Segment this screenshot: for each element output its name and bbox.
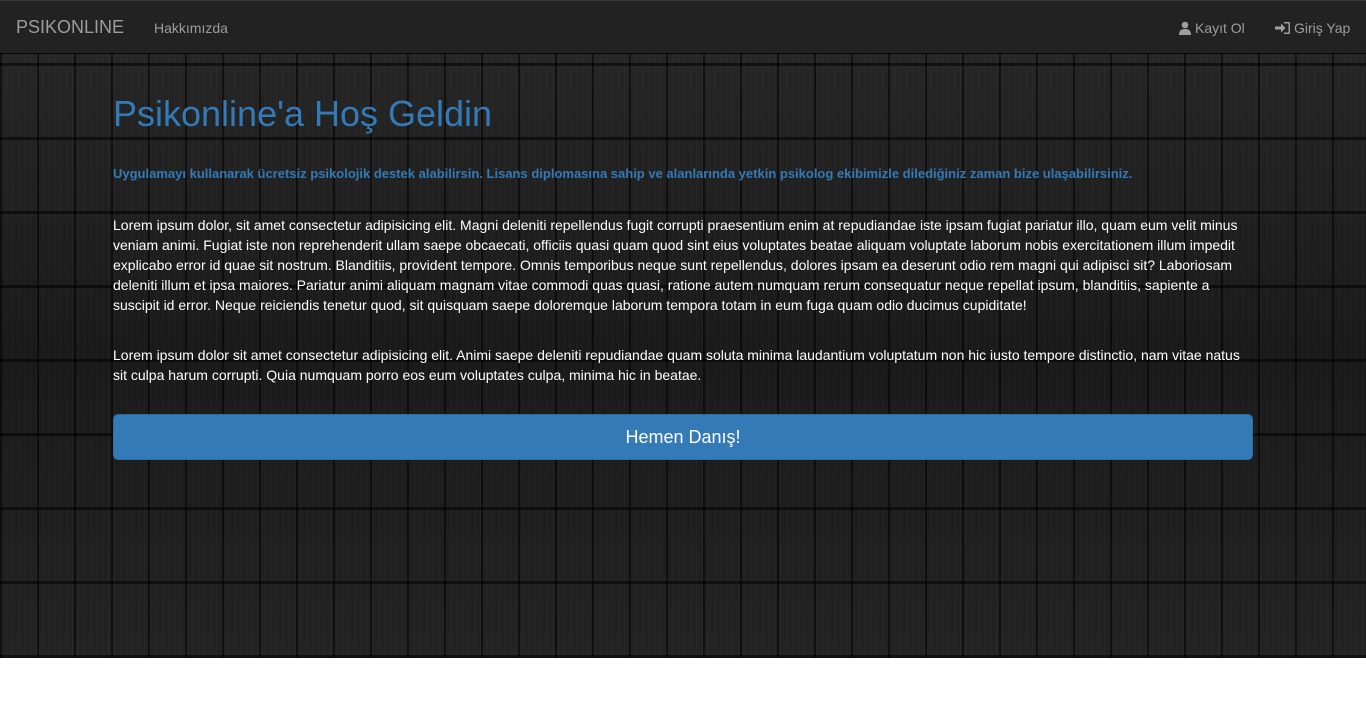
hero-paragraph-2: Lorem ipsum dolor sit amet consectetur a… (113, 347, 1240, 383)
hero-paragraph-1: Lorem ipsum dolor, sit amet consectetur … (113, 217, 1238, 313)
hero-section: Psikonline'a Hoş Geldin Uygulamayı kulla… (0, 54, 1366, 658)
user-icon (1178, 21, 1192, 35)
nav-register-link[interactable]: Kayıt Ol (1178, 20, 1245, 36)
nav-register-label: Kayıt Ol (1195, 20, 1245, 36)
consult-now-label: Hemen Danış! (625, 426, 741, 447)
nav-login-label: Giriş Yap (1294, 20, 1351, 36)
nav-about-link[interactable]: Hakkımızda (154, 20, 228, 36)
brand-link[interactable]: PSIKONLINE (16, 17, 124, 38)
nav-about-label: Hakkımızda (154, 20, 228, 36)
login-icon (1275, 21, 1291, 35)
consult-now-button[interactable]: Hemen Danış! (113, 414, 1253, 460)
hero-lead: Uygulamayı kullanarak ücretsiz psikoloji… (113, 166, 1133, 181)
top-navbar: PSIKONLINE Hakkımızda Kayıt Ol Giriş Yap (0, 0, 1366, 54)
nav-login-link[interactable]: Giriş Yap (1275, 20, 1350, 36)
page-title: Psikonline'a Hoş Geldin (113, 93, 493, 134)
